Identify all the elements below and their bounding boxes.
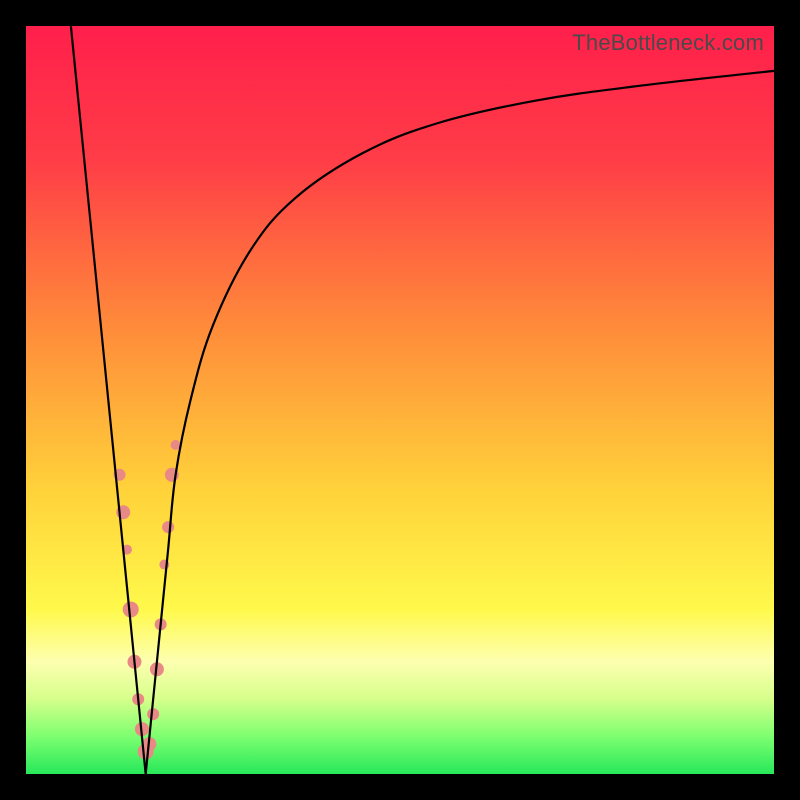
data-dot — [162, 521, 174, 533]
chart-frame: TheBottleneck.com — [0, 0, 800, 800]
left-branch-curve — [71, 26, 146, 774]
plot-area: TheBottleneck.com — [26, 26, 774, 774]
right-branch-curve — [146, 71, 774, 774]
data-dots — [114, 440, 181, 760]
chart-svg — [26, 26, 774, 774]
